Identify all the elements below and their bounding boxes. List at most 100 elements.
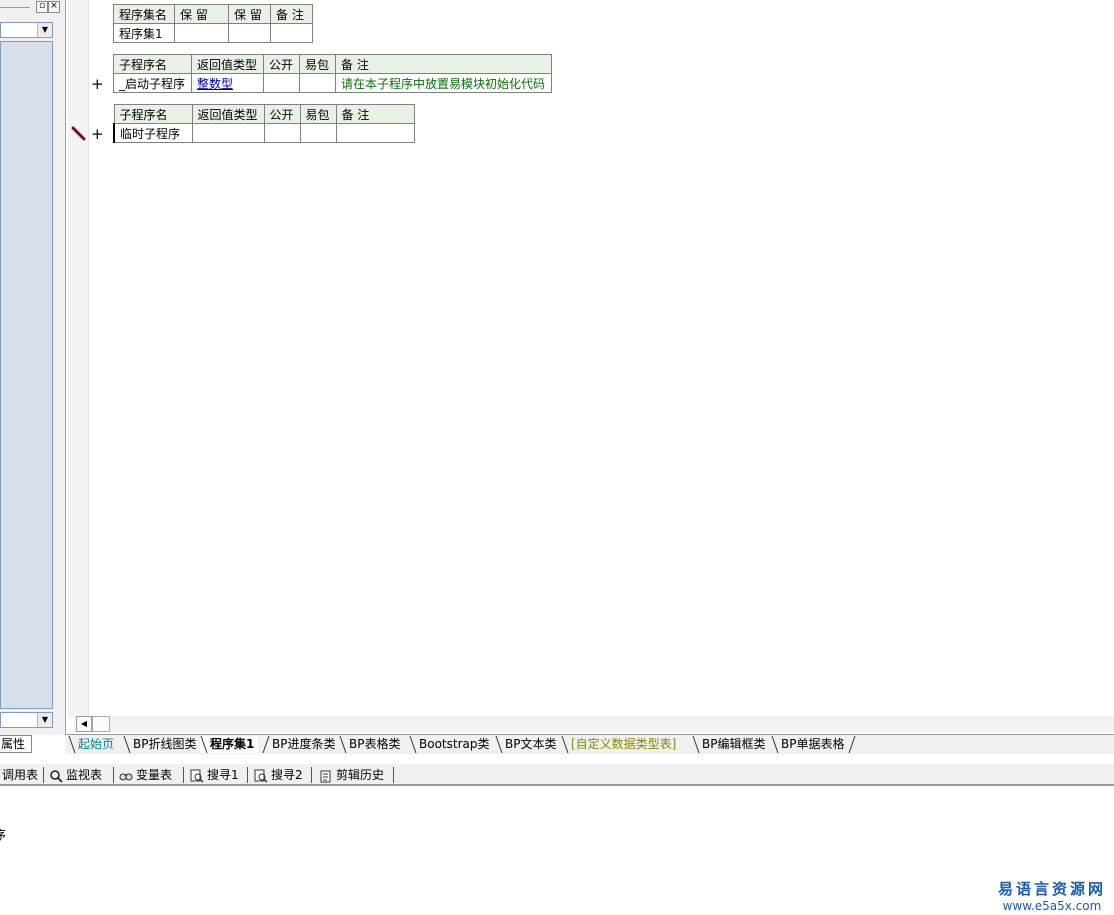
- watermark: 易语言资源网 www.e5a5x.com: [998, 878, 1106, 913]
- close-icon[interactable]: ×: [48, 1, 60, 13]
- project-tree[interactable]: [0, 41, 53, 709]
- header-return-type: 返回值类型: [191, 54, 264, 74]
- scroll-thumb[interactable]: [92, 716, 110, 732]
- tab-separator: [68, 736, 76, 753]
- call-table-button[interactable]: 调用表: [2, 766, 38, 784]
- table-header-row: 子程序名 返回值类型 公开 易包 备 注: [113, 54, 552, 74]
- tab-bootstrap[interactable]: Bootstrap类: [409, 736, 493, 753]
- restore-icon[interactable]: ▫: [36, 1, 48, 13]
- public-cell[interactable]: [263, 73, 300, 93]
- expand-plus-icon[interactable]: +: [91, 77, 104, 92]
- watermark-url: www.e5a5x.com: [1002, 899, 1102, 913]
- tab-label: BP折线图类: [133, 737, 197, 751]
- program-set-table: 程序集名 保 留 保 留 备 注 程序集1: [113, 4, 313, 43]
- search-doc-icon: [190, 769, 204, 783]
- table-row: 程序集1: [113, 23, 313, 43]
- watch-table-button[interactable]: 监视表: [49, 766, 102, 784]
- tab-separator: [849, 736, 856, 753]
- tab-separator: [561, 736, 569, 753]
- chevron-down-icon[interactable]: ▼: [37, 713, 52, 727]
- tab-separator: [409, 736, 417, 753]
- header-remark: 备 注: [270, 4, 313, 24]
- titlebar-grip: [0, 7, 30, 8]
- return-type-link[interactable]: 整数型: [197, 77, 233, 91]
- variable-table-button[interactable]: 变量表: [119, 766, 172, 784]
- tab-label: [自定义数据类型表]: [571, 737, 677, 751]
- chevron-down-icon[interactable]: ▼: [37, 23, 52, 37]
- property-combo[interactable]: ▼: [0, 712, 53, 728]
- sub-name-cell[interactable]: 临时子程序: [113, 123, 193, 143]
- tab-program-set-1[interactable]: 程序集1: [200, 736, 259, 753]
- left-panel-titlebar: ▫ ×: [0, 0, 60, 16]
- sub-name-cell[interactable]: _启动子程序: [113, 73, 192, 93]
- epkg-cell[interactable]: [299, 73, 336, 93]
- tab-separator: [200, 736, 208, 753]
- table-row: 临时子程序: [113, 123, 415, 143]
- tab-separator: [771, 736, 779, 753]
- remark-cell[interactable]: 请在本子程序中放置易模块初始化代码: [335, 73, 552, 93]
- tab-bp-text[interactable]: BP文本类: [495, 736, 560, 753]
- reserved-cell-2[interactable]: [228, 23, 271, 43]
- output-panel[interactable]: [0, 790, 1114, 915]
- header-remark: 备 注: [335, 104, 415, 124]
- clip-history-button[interactable]: 剪辑历史: [319, 766, 384, 784]
- toolbar-separator: [113, 767, 114, 783]
- toolbar-separator: [183, 767, 184, 783]
- tab-separator: [262, 736, 270, 753]
- tab-start-page[interactable]: 起始页: [68, 736, 118, 753]
- editor-gutter: [68, 0, 88, 718]
- table-header-row: 子程序名 返回值类型 公开 易包 备 注: [113, 104, 415, 124]
- output-text: 序: [0, 828, 7, 842]
- tab-bp-progress[interactable]: BP进度条类: [262, 736, 339, 753]
- magnifier-icon: [50, 769, 63, 783]
- tab-label: BP进度条类: [272, 737, 336, 751]
- remark-cell[interactable]: [270, 23, 313, 43]
- search2-button[interactable]: 搜寻2: [254, 766, 303, 784]
- tab-bp-line-chart[interactable]: BP折线图类: [123, 736, 200, 753]
- toolbar-separator: [43, 767, 44, 783]
- header-epkg: 易包: [299, 54, 336, 74]
- variables-icon: [119, 773, 133, 780]
- tab-label: 程序集1: [210, 737, 255, 751]
- tab-custom-datatype[interactable]: [自定义数据类型表]: [561, 736, 680, 753]
- scroll-left-icon[interactable]: ◀: [76, 716, 92, 732]
- return-type-cell[interactable]: 整数型: [191, 73, 264, 93]
- table-header-row: 程序集名 保 留 保 留 备 注: [113, 4, 313, 24]
- tab-separator: [339, 736, 347, 753]
- tab-bp-table[interactable]: BP表格类: [339, 736, 404, 753]
- toolbar-label: 调用表: [2, 768, 39, 782]
- toolbar-separator: [311, 767, 312, 783]
- object-combo[interactable]: ▼: [0, 22, 53, 38]
- header-program-set-name: 程序集名: [113, 4, 175, 24]
- subroutine-table-1: 子程序名 返回值类型 公开 易包 备 注 _启动子程序 整数型 请在本子程序中放…: [113, 54, 552, 93]
- public-cell[interactable]: [263, 123, 301, 143]
- tab-bp-invoice-table[interactable]: BP单据表格: [771, 736, 856, 753]
- header-epkg: 易包: [299, 104, 337, 124]
- return-type-cell[interactable]: [191, 123, 265, 143]
- tab-label: BP编辑框类: [702, 737, 766, 751]
- expand-plus-icon[interactable]: +: [91, 127, 104, 142]
- tab-separator: [495, 736, 503, 753]
- search1-button[interactable]: 搜寻1: [190, 766, 239, 784]
- clipboard-history-icon: [320, 770, 331, 782]
- tab-bp-editbox[interactable]: BP编辑框类: [692, 736, 769, 753]
- toolbar-separator: [393, 767, 394, 783]
- panel-splitter[interactable]: [60, 0, 66, 735]
- remark-cell[interactable]: [335, 123, 415, 143]
- reserved-cell-1[interactable]: [174, 23, 229, 43]
- header-reserved-2: 保 留: [228, 4, 271, 24]
- gutter-divider: [88, 0, 89, 718]
- pencil-icon: [71, 126, 86, 141]
- toolbar-label: 监视表: [66, 768, 103, 782]
- toolbar-label: 搜寻2: [271, 768, 303, 782]
- tab-separator: [692, 736, 700, 753]
- toolbar-separator: [247, 767, 248, 783]
- tab-properties[interactable]: 属性: [0, 735, 32, 753]
- program-set-name-cell[interactable]: 程序集1: [113, 23, 175, 43]
- epkg-cell[interactable]: [299, 123, 337, 143]
- tab-label: BP表格类: [349, 737, 401, 751]
- bottom-toolbar: 调用表 监视表 变量表 搜寻1 搜寻2 剪辑历史: [0, 764, 1114, 786]
- tab-label: BP文本类: [505, 737, 557, 751]
- horizontal-scrollbar[interactable]: ◀: [74, 716, 1114, 732]
- header-sub-name: 子程序名: [113, 104, 193, 124]
